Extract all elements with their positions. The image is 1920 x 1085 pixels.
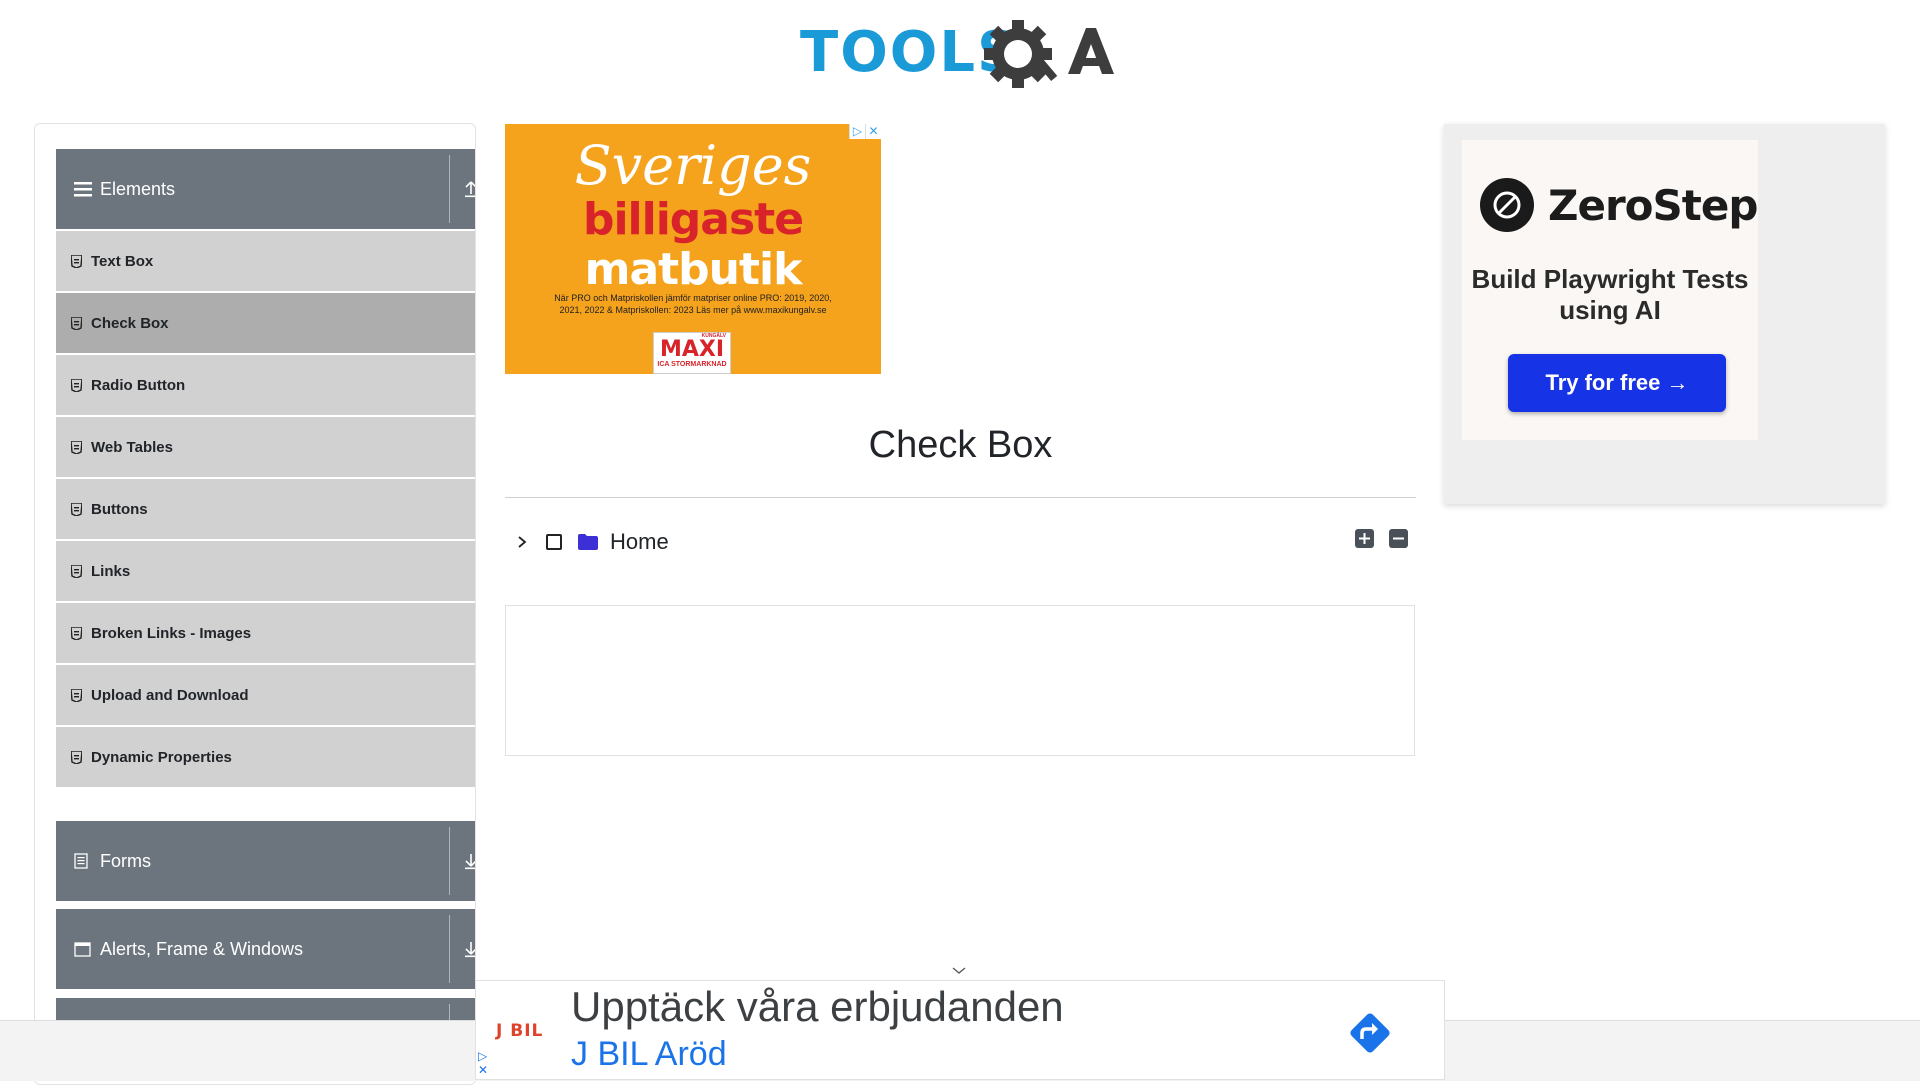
page-title: Check Box: [868, 424, 1053, 466]
menu-item-radio-button[interactable]: Radio Button: [56, 353, 475, 415]
zerostep-tagline: Build Playwright Tests using AI: [1471, 264, 1749, 325]
folder-icon: [578, 534, 598, 550]
group-header-forms[interactable]: Forms: [56, 821, 475, 901]
html5-icon: [71, 564, 83, 578]
checkbox-tree: Home: [510, 524, 1416, 560]
ad-bottom-subline[interactable]: J BIL Aröd: [571, 1035, 727, 1074]
plus-square-icon[interactable]: [1355, 529, 1374, 548]
menu-item-links[interactable]: Links: [56, 539, 475, 601]
upload-arrow-icon[interactable]: [458, 149, 475, 229]
menu-item-label: Links: [91, 562, 131, 580]
menu-item-check-box[interactable]: Check Box: [56, 291, 475, 353]
html5-icon: [71, 378, 83, 392]
ad-banner-bottom[interactable]: J BIL Upptäck våra erbjudanden J BIL Arö…: [475, 980, 1445, 1080]
menu-item-label: Buttons: [91, 500, 148, 518]
elements-menu: Text Box Check Box Radio Button Web Tabl…: [56, 229, 475, 787]
document-icon: [74, 853, 96, 869]
menu-item-label: Text Box: [91, 252, 154, 270]
home-checkbox[interactable]: [546, 534, 562, 550]
html5-icon: [71, 440, 83, 454]
menu-item-broken-links[interactable]: Broken Links - Images: [56, 601, 475, 663]
html5-icon: [71, 688, 83, 702]
ad-fineprint: När PRO och Matpriskollen jämför matpris…: [554, 293, 832, 315]
html5-icon: [71, 502, 83, 516]
window-icon: [74, 941, 96, 957]
chevron-down-icon[interactable]: [950, 964, 968, 978]
divider: [449, 155, 450, 223]
ad-headline-3: matbutik: [584, 244, 803, 295]
divider: [449, 827, 450, 895]
menu-item-label: Dynamic Properties: [91, 748, 232, 766]
tree-node-label[interactable]: Home: [610, 529, 669, 555]
logo-gear-icon: [984, 20, 1114, 88]
html5-icon: [71, 254, 83, 268]
group-label: Alerts, Frame & Windows: [100, 938, 304, 959]
jbil-logo: J BIL: [496, 1021, 544, 1041]
zerostep-brand-row: ZeroStep: [1480, 178, 1758, 232]
group-header-alerts[interactable]: Alerts, Frame & Windows: [56, 909, 475, 989]
result-area: [505, 605, 1415, 756]
html5-icon: [71, 316, 83, 330]
try-for-free-button[interactable]: Try for free →: [1508, 354, 1726, 412]
menu-item-dynamic-properties[interactable]: Dynamic Properties: [56, 725, 475, 787]
menu-item-label: Upload and Download: [91, 686, 249, 704]
minus-square-icon[interactable]: [1389, 529, 1408, 548]
group-label: Elements: [100, 178, 176, 199]
directions-icon[interactable]: [1344, 1007, 1396, 1059]
ad-banner-top[interactable]: ▷ ✕ Sveriges billigaste matbutik När PRO…: [505, 124, 881, 374]
ad-headline-1: Sveriges: [574, 134, 812, 197]
ad-headline-2: billigaste: [582, 194, 804, 245]
menu-item-buttons[interactable]: Buttons: [56, 477, 475, 539]
toolsqa-logo[interactable]: TOOLS: [800, 14, 1125, 94]
ad-bottom-headline: Upptäck våra erbjudanden: [571, 983, 1064, 1030]
title-divider: [505, 497, 1416, 498]
menu-item-label: Check Box: [91, 314, 169, 332]
menu-item-upload-download[interactable]: Upload and Download: [56, 663, 475, 725]
adchoices-icon[interactable]: ▷ ✕: [478, 1049, 488, 1077]
hamburger-icon: [74, 181, 96, 197]
divider: [449, 915, 450, 983]
maxi-subtitle: ICA STORMARKNAD: [657, 361, 727, 368]
left-panel: Elements Text Box Check Box Radio Button…: [34, 123, 476, 1085]
zerostep-logo-icon: [1480, 178, 1534, 232]
menu-item-web-tables[interactable]: Web Tables: [56, 415, 475, 477]
menu-item-label: Web Tables: [91, 438, 173, 456]
html5-icon: [71, 626, 83, 640]
maxi-brand: MAXI: [659, 337, 725, 362]
zerostep-ad-card: ZeroStep Build Playwright Tests using AI…: [1462, 140, 1758, 440]
group-header-elements[interactable]: Elements: [56, 149, 475, 229]
download-arrow-icon[interactable]: [458, 909, 475, 989]
ad-banner-right[interactable]: ZeroStep Build Playwright Tests using AI…: [1444, 124, 1885, 504]
menu-item-text-box[interactable]: Text Box: [56, 229, 475, 291]
zerostep-brand: ZeroStep: [1548, 180, 1758, 230]
download-arrow-icon[interactable]: [458, 821, 475, 901]
html5-icon: [71, 750, 83, 764]
menu-item-label: Radio Button: [91, 376, 186, 394]
tree-actions: [1355, 529, 1408, 548]
chevron-right-icon[interactable]: [510, 535, 534, 549]
menu-item-label: Broken Links - Images: [91, 624, 252, 642]
group-label: Forms: [100, 850, 151, 871]
maxi-logo: KUNGÄLV MAXI ICA STORMARKNAD: [653, 332, 731, 374]
